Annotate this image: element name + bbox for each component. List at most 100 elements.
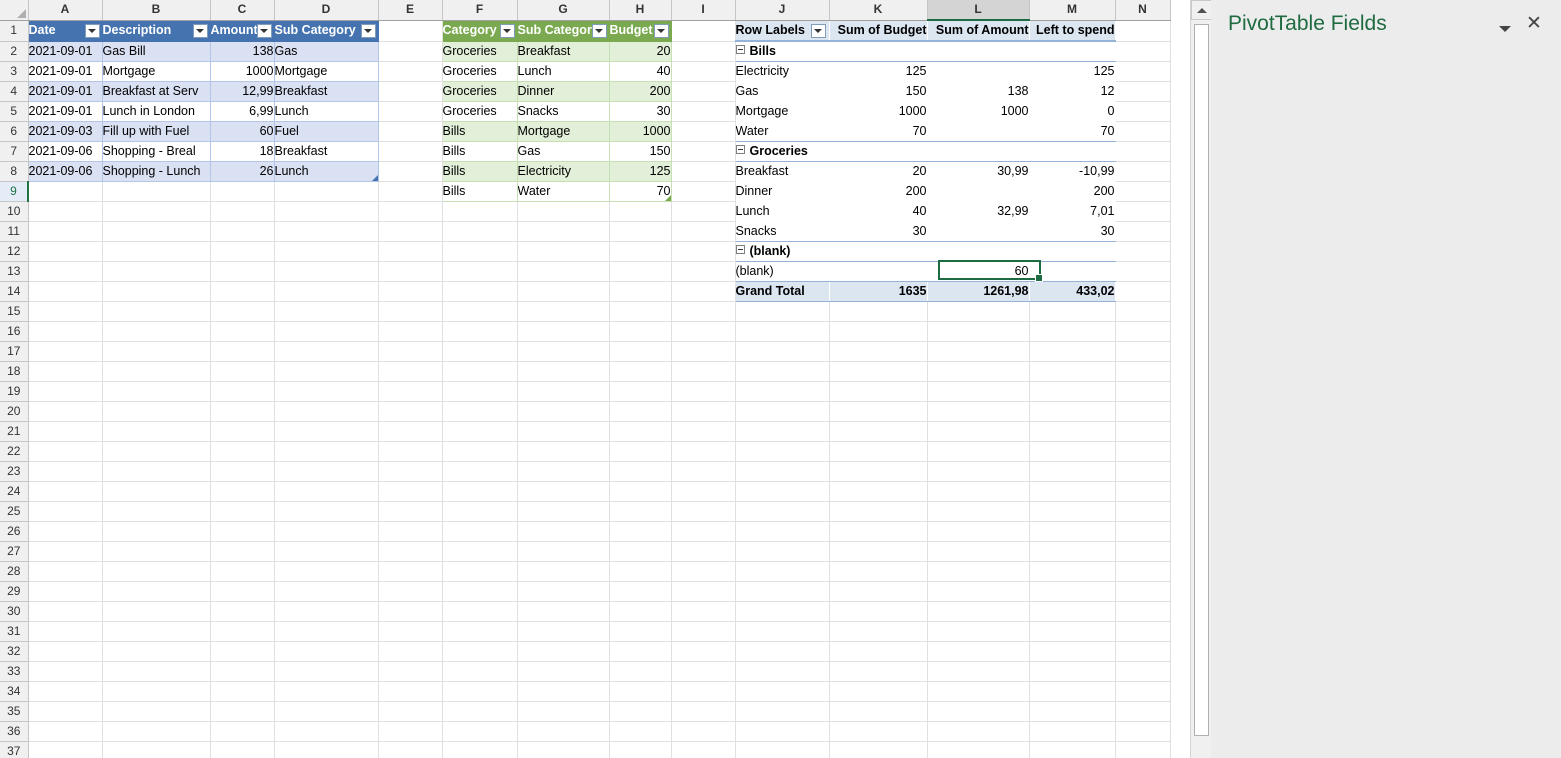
cell-G15[interactable]: [517, 301, 610, 322]
cell-E25[interactable]: [378, 501, 443, 522]
cell-E3[interactable]: [378, 61, 443, 82]
cell-H21[interactable]: [609, 421, 672, 442]
cell-E37[interactable]: [378, 741, 443, 758]
cell-C25[interactable]: [210, 501, 275, 522]
cell-G5[interactable]: Snacks: [517, 101, 610, 122]
cell-L25[interactable]: [927, 501, 1030, 522]
cell-N31[interactable]: [1115, 621, 1171, 642]
filter-button-budget-budget[interactable]: [653, 23, 669, 38]
cell-D34[interactable]: [274, 681, 379, 702]
tx-header-B[interactable]: Description: [102, 20, 211, 42]
cell-N13[interactable]: [1115, 261, 1171, 282]
cell-L18[interactable]: [927, 361, 1030, 382]
cell-D5[interactable]: Lunch: [274, 101, 379, 122]
cell-B36[interactable]: [102, 721, 211, 742]
cell-I21[interactable]: [671, 421, 736, 442]
cell-A5[interactable]: 2021-09-01: [28, 101, 103, 122]
cell-A3[interactable]: 2021-09-01: [28, 61, 103, 82]
cell-C21[interactable]: [210, 421, 275, 442]
cell-J22[interactable]: [735, 441, 830, 462]
cell-H36[interactable]: [609, 721, 672, 742]
cell-I26[interactable]: [671, 521, 736, 542]
cell-F21[interactable]: [442, 421, 518, 442]
column-header-b[interactable]: B: [102, 0, 211, 21]
cell-D37[interactable]: [274, 741, 379, 758]
cell-L32[interactable]: [927, 641, 1030, 662]
cell-I24[interactable]: [671, 481, 736, 502]
cell-J37[interactable]: [735, 741, 830, 758]
column-header-i[interactable]: I: [671, 0, 736, 21]
cell-A21[interactable]: [28, 421, 103, 442]
filter-button-date[interactable]: [84, 23, 100, 38]
cell-J34[interactable]: [735, 681, 830, 702]
cell-F6[interactable]: Bills: [442, 121, 518, 142]
cell-D3[interactable]: Mortgage: [274, 61, 379, 82]
cell-J10[interactable]: Lunch: [735, 201, 829, 222]
row-header-8[interactable]: 8: [0, 161, 29, 182]
cell-E24[interactable]: [378, 481, 443, 502]
cell-A2[interactable]: 2021-09-01: [28, 41, 103, 62]
cell-E23[interactable]: [378, 461, 443, 482]
cell-H29[interactable]: [609, 581, 672, 602]
cell-E36[interactable]: [378, 721, 443, 742]
cell-L10[interactable]: 32,99: [927, 201, 1029, 222]
cell-A34[interactable]: [28, 681, 103, 702]
cell-C7[interactable]: 18: [210, 141, 275, 162]
cell-A6[interactable]: 2021-09-03: [28, 121, 103, 142]
cell-K20[interactable]: [829, 401, 928, 422]
cell-N12[interactable]: [1115, 241, 1171, 262]
cell-D22[interactable]: [274, 441, 379, 462]
cell-J3[interactable]: Electricity: [735, 61, 829, 82]
cell-M33[interactable]: [1029, 661, 1116, 682]
cell-N6[interactable]: [1115, 121, 1171, 142]
cell-D10[interactable]: [274, 201, 379, 222]
cell-N5[interactable]: [1115, 101, 1171, 122]
cell-J33[interactable]: [735, 661, 830, 682]
cell-I4[interactable]: [671, 81, 736, 102]
cell-I31[interactable]: [671, 621, 736, 642]
cell-H23[interactable]: [609, 461, 672, 482]
cell-M5[interactable]: 0: [1029, 101, 1115, 122]
row-header-27[interactable]: 27: [0, 541, 29, 562]
cell-H17[interactable]: [609, 341, 672, 362]
cell-K3[interactable]: 125: [829, 61, 927, 82]
cell-H16[interactable]: [609, 321, 672, 342]
cell-E4[interactable]: [378, 81, 443, 102]
cell-H35[interactable]: [609, 701, 672, 722]
cell-A10[interactable]: [28, 201, 103, 222]
cell-B35[interactable]: [102, 701, 211, 722]
cell-A14[interactable]: [28, 281, 103, 302]
cell-I11[interactable]: [671, 221, 736, 242]
cell-F34[interactable]: [442, 681, 518, 702]
cell-C14[interactable]: [210, 281, 275, 302]
cell-N36[interactable]: [1115, 721, 1171, 742]
cell-I18[interactable]: [671, 361, 736, 382]
cell-A32[interactable]: [28, 641, 103, 662]
cell-G23[interactable]: [517, 461, 610, 482]
column-header-k[interactable]: K: [829, 0, 928, 21]
cell-N8[interactable]: [1115, 161, 1171, 182]
cell-H18[interactable]: [609, 361, 672, 382]
cell-L20[interactable]: [927, 401, 1030, 422]
cell-J30[interactable]: [735, 601, 830, 622]
table-resize-handle[interactable]: [664, 195, 670, 201]
cell-E28[interactable]: [378, 561, 443, 582]
cell-D8[interactable]: Lunch: [274, 161, 379, 182]
cell-B4[interactable]: Breakfast at Serv: [102, 81, 211, 102]
cell-H33[interactable]: [609, 661, 672, 682]
cell-A30[interactable]: [28, 601, 103, 622]
cell-N21[interactable]: [1115, 421, 1171, 442]
cell-M21[interactable]: [1029, 421, 1116, 442]
cell-H28[interactable]: [609, 561, 672, 582]
cell-N7[interactable]: [1115, 141, 1171, 162]
cell-F20[interactable]: [442, 401, 518, 422]
cell-M30[interactable]: [1029, 601, 1116, 622]
cell-C22[interactable]: [210, 441, 275, 462]
cell-K22[interactable]: [829, 441, 928, 462]
cell-M29[interactable]: [1029, 581, 1116, 602]
cell-E22[interactable]: [378, 441, 443, 462]
filter-button-budget-category[interactable]: [499, 23, 515, 38]
cell-I36[interactable]: [671, 721, 736, 742]
cell-L7[interactable]: [927, 141, 1029, 162]
cell-N2[interactable]: [1115, 41, 1171, 62]
